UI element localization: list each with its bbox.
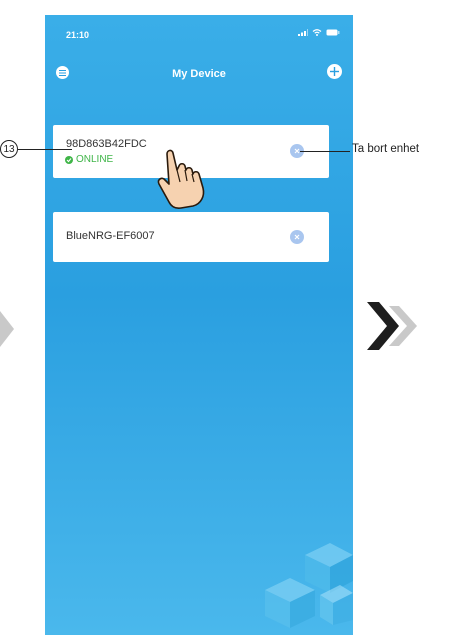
previous-step-arrow-icon (0, 311, 14, 347)
decorative-cubes-graphic (265, 543, 353, 628)
next-step-arrows-icon (367, 302, 417, 350)
status-icons (298, 29, 340, 36)
phone-screen: 21:10 My Device 98D863B42FDC ONLINE Blue… (45, 15, 353, 635)
callout-number: 13 (0, 140, 18, 158)
remove-device-callout-label: Ta bort enhet (352, 143, 420, 155)
device-name: 98D863B42FDC (66, 138, 147, 150)
status-time: 21:10 (66, 30, 90, 40)
device-name: BlueNRG-EF6007 (66, 230, 155, 242)
pointing-hand-icon (157, 149, 205, 209)
online-check-icon (65, 155, 73, 164)
remove-callout-leader-line (300, 151, 350, 152)
device-status: ONLINE (65, 154, 113, 165)
cellular-signal-icon (298, 29, 308, 36)
wifi-icon (312, 29, 322, 36)
status-online-label: ONLINE (76, 154, 114, 165)
callout-leader-line (18, 149, 72, 150)
status-bar: 21:10 (45, 15, 353, 45)
device-card[interactable]: BlueNRG-EF6007 (53, 212, 329, 262)
battery-icon (326, 29, 340, 36)
remove-device-button[interactable] (290, 230, 304, 244)
close-icon (294, 234, 300, 240)
plus-icon (330, 67, 339, 76)
navigation-bar: My Device (45, 59, 353, 83)
add-device-button[interactable] (327, 64, 342, 79)
page-title: My Device (172, 68, 226, 80)
